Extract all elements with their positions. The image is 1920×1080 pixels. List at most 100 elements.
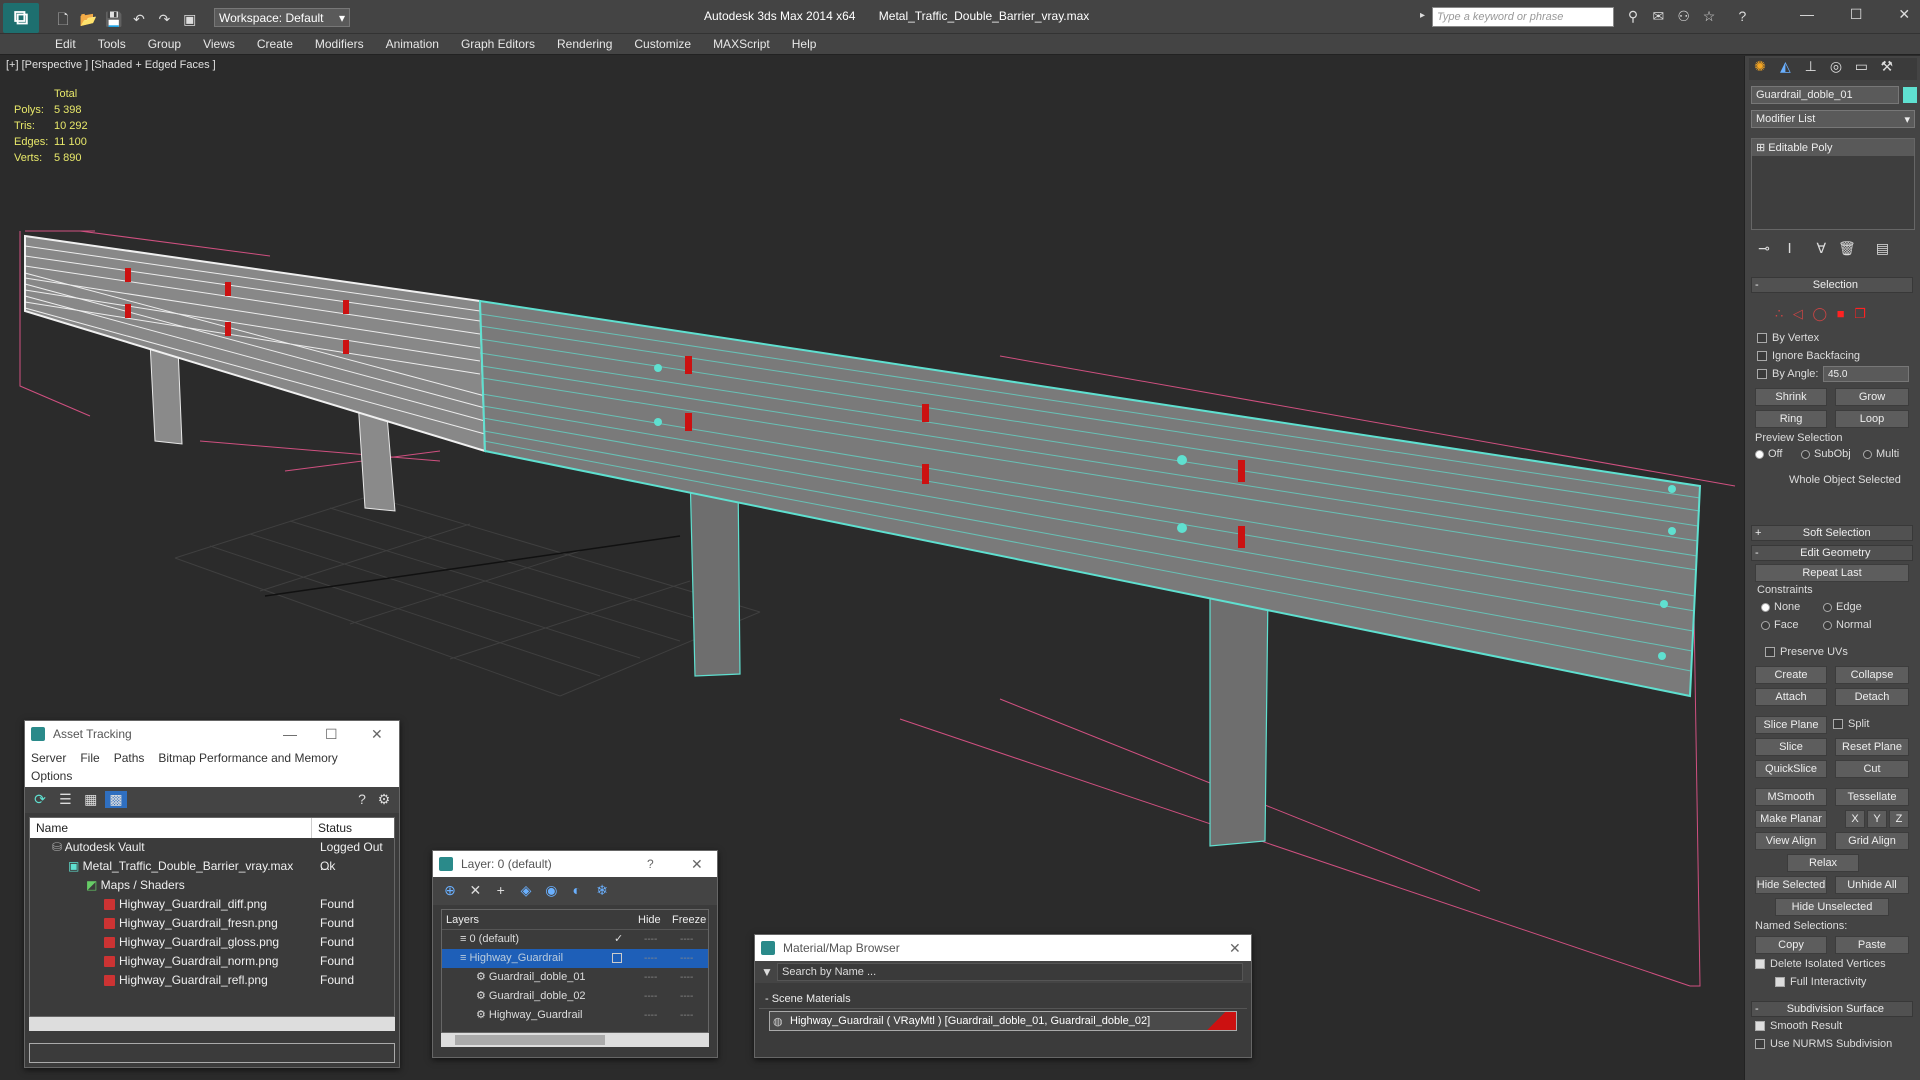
menu-options[interactable]: Options	[31, 769, 72, 783]
freeze-all-icon[interactable]: ❄	[591, 882, 613, 899]
close-icon[interactable]: ✕	[1229, 935, 1241, 961]
radio-dot[interactable]	[1801, 449, 1810, 459]
smooth-result-checkbox[interactable]: Smooth Result	[1755, 1020, 1842, 1032]
checkbox-box[interactable]	[1757, 333, 1767, 344]
scrollbar-thumb[interactable]	[455, 1035, 605, 1045]
refresh-icon[interactable]: ⟳	[29, 791, 51, 808]
maximize-icon[interactable]: ☐	[325, 721, 338, 747]
unhide-all-button[interactable]: Unhide All	[1835, 876, 1909, 894]
angle-spinner[interactable]: 45.0	[1823, 366, 1909, 382]
checkbox-box[interactable]	[1755, 1021, 1765, 1032]
subdivision-header[interactable]: - Subdivision Surface	[1751, 1001, 1913, 1017]
hide-unselected-button[interactable]: Hide Unselected	[1775, 898, 1889, 916]
radio-dot[interactable]	[1755, 449, 1764, 459]
workspace-dropdown[interactable]: Workspace: Default ▾	[214, 8, 350, 27]
constraint-face-radio[interactable]: Face	[1761, 619, 1798, 631]
create-button[interactable]: Create	[1755, 666, 1827, 684]
list-view-icon[interactable]: ☰	[54, 791, 76, 808]
settings-icon[interactable]: ⚙	[373, 791, 395, 808]
make-unique-icon[interactable]: ∀	[1810, 240, 1832, 257]
table-row[interactable]: Highway_Guardrail_gloss.png Found	[30, 933, 394, 952]
full-interactivity-checkbox[interactable]: Full Interactivity	[1775, 976, 1866, 988]
maximize-icon[interactable]: ☐	[1850, 6, 1863, 22]
delete-layer-icon[interactable]: ✕	[464, 882, 486, 899]
layer-row-highway-guardrail[interactable]: ≡ Highway_Guardrail ---- ----	[442, 949, 708, 968]
copy-button[interactable]: Copy	[1755, 936, 1827, 954]
table-view-icon[interactable]: ▩	[105, 791, 128, 808]
soft-selection-header[interactable]: + Soft Selection	[1751, 525, 1913, 541]
close-icon[interactable]: ✕	[691, 851, 703, 877]
close-icon[interactable]: ✕	[371, 721, 383, 747]
ring-button[interactable]: Ring	[1755, 410, 1827, 428]
menu-server[interactable]: Server	[31, 751, 66, 765]
radio-dot[interactable]	[1823, 602, 1832, 612]
material-item-highway-guardrail[interactable]: ◍ Highway_Guardrail ( VRayMtl ) [Guardra…	[769, 1011, 1237, 1031]
show-end-result-icon[interactable]: Ⅰ	[1779, 240, 1801, 257]
hierarchy-tab-icon[interactable]: ⊥	[1800, 58, 1822, 75]
constraint-normal-radio[interactable]: Normal	[1823, 619, 1871, 631]
hide-all-icon[interactable]: ◐	[566, 882, 588, 898]
menu-customize[interactable]: Customize	[623, 34, 702, 54]
create-layer-icon[interactable]: ⊕	[439, 882, 461, 899]
preview-subobj-radio[interactable]: SubObj	[1801, 448, 1851, 460]
undo-icon[interactable]: ↶	[128, 11, 150, 28]
use-nurms-checkbox[interactable]: Use NURMS Subdivision	[1755, 1038, 1892, 1050]
table-row[interactable]: Highway_Guardrail_refl.png Found	[30, 971, 394, 990]
stack-item-editable-poly[interactable]: ⊞ Editable Poly	[1752, 139, 1914, 156]
minimize-icon[interactable]: —	[283, 721, 297, 747]
table-row[interactable]: ⛁ Autodesk Vault Logged Out ...	[30, 838, 394, 873]
signin-icon[interactable]: ⚇	[1673, 8, 1695, 25]
tessellate-button[interactable]: Tessellate	[1835, 788, 1909, 806]
object-name-field[interactable]: Guardrail_doble_01	[1751, 86, 1899, 104]
checkbox-box[interactable]	[1757, 369, 1767, 380]
layer-row-object[interactable]: ⚙ Guardrail_doble_02 ---- ----	[442, 987, 708, 1006]
asset-path-field[interactable]	[29, 1043, 395, 1063]
radio-dot[interactable]	[1761, 602, 1770, 612]
layer-horizontal-scrollbar[interactable]	[441, 1033, 709, 1047]
material-browser-titlebar[interactable]: Material/Map Browser ✕	[755, 935, 1251, 961]
search-expand-icon[interactable]: ▸	[1420, 10, 1425, 21]
object-color-swatch[interactable]	[1903, 87, 1917, 103]
by-angle-checkbox[interactable]: By Angle:	[1757, 368, 1818, 380]
by-vertex-checkbox[interactable]: By Vertex	[1757, 332, 1819, 344]
redo-icon[interactable]: ↷	[153, 11, 175, 28]
table-row[interactable]: Highway_Guardrail_fresn.png Found	[30, 914, 394, 933]
new-file-icon[interactable]: 🗋	[52, 9, 74, 33]
active-check-icon[interactable]: ✓	[614, 930, 623, 949]
menu-animation[interactable]: Animation	[375, 34, 450, 54]
viewport-label[interactable]: [+] [Perspective ] [Shaded + Edged Faces…	[6, 59, 216, 71]
hide-selected-button[interactable]: Hide Selected	[1755, 876, 1827, 894]
pin-stack-icon[interactable]: ⊸	[1753, 240, 1775, 257]
radio-dot[interactable]	[1823, 620, 1832, 630]
help-icon[interactable]: ?	[1731, 8, 1753, 24]
edit-geometry-header[interactable]: - Edit Geometry	[1751, 545, 1913, 561]
selection-rollout-header[interactable]: - Selection	[1751, 277, 1913, 293]
highlight-layer-icon[interactable]: ◉	[540, 882, 562, 899]
grow-button[interactable]: Grow	[1835, 388, 1909, 406]
table-row[interactable]: ◩ Maps / Shaders	[30, 876, 394, 895]
preview-multi-radio[interactable]: Multi	[1863, 448, 1899, 460]
slice-button[interactable]: Slice	[1755, 738, 1827, 756]
help-icon[interactable]: ?	[351, 791, 373, 807]
table-row[interactable]: Highway_Guardrail_norm.png Found	[30, 952, 394, 971]
menu-help[interactable]: Help	[781, 34, 828, 54]
add-to-layer-icon[interactable]: +	[490, 882, 512, 898]
col-hide[interactable]: Hide	[638, 910, 661, 930]
checkbox-box[interactable]	[1775, 977, 1785, 988]
save-icon[interactable]: 💾	[103, 11, 125, 28]
repeat-last-button[interactable]: Repeat Last	[1755, 564, 1909, 582]
checkbox-box[interactable]	[1755, 1039, 1765, 1050]
delete-isolated-checkbox[interactable]: Delete Isolated Vertices	[1755, 958, 1886, 970]
attach-button[interactable]: Attach	[1755, 688, 1827, 706]
minimize-icon[interactable]: —	[1800, 6, 1814, 22]
layer-row-default[interactable]: ≡ 0 (default) ✓ ---- ----	[442, 930, 708, 949]
collapse-button[interactable]: Collapse	[1835, 666, 1909, 684]
horizontal-scrollbar[interactable]	[29, 1017, 395, 1031]
modify-tab-icon[interactable]: ◭	[1774, 58, 1796, 75]
menu-paths[interactable]: Paths	[114, 751, 145, 765]
scene-materials-group[interactable]: - Scene Materials	[759, 989, 1247, 1009]
communication-icon[interactable]: ✉	[1647, 8, 1669, 25]
menu-graph-editors[interactable]: Graph Editors	[450, 34, 546, 54]
checkbox-box[interactable]	[1765, 647, 1775, 658]
constraint-none-radio[interactable]: None	[1761, 601, 1800, 613]
